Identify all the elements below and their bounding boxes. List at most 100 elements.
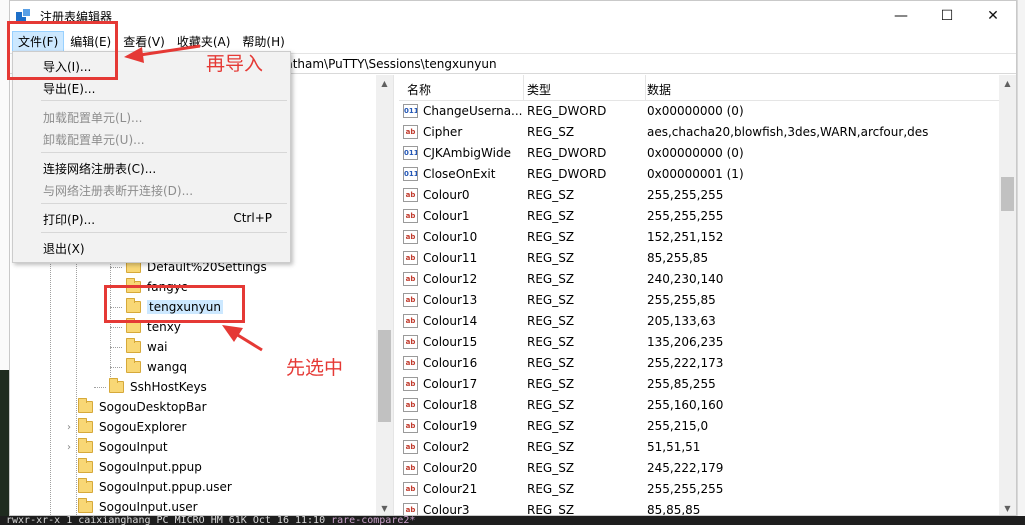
value-row[interactable]: 011 CloseOnExit REG_DWORD 0x00000001 (1) — [399, 164, 999, 185]
list-scroll-thumb[interactable] — [1001, 177, 1014, 211]
tree-item[interactable]: SogouInput.ppup.user — [78, 477, 232, 497]
value-row[interactable]: ab Colour19 REG_SZ 255,215,0 — [399, 416, 999, 437]
value-type: REG_SZ — [527, 230, 575, 244]
value-row[interactable]: 011 CJKAmbigWide REG_DWORD 0x00000000 (0) — [399, 143, 999, 164]
value-type: REG_SZ — [527, 272, 575, 286]
maximize-button[interactable]: ☐ — [924, 1, 970, 31]
column-divider[interactable] — [645, 75, 646, 101]
tree-item[interactable]: › SogouInput — [64, 437, 168, 457]
menu-view[interactable]: 查看(V) — [117, 31, 171, 52]
tree-item[interactable]: SogouDesktopBar — [78, 397, 207, 417]
value-data: 85,255,85 — [647, 251, 709, 265]
string-value-icon: ab — [403, 482, 418, 496]
tree-item[interactable]: SogouInput.ppup — [78, 457, 202, 477]
scroll-up-icon[interactable]: ▲ — [376, 75, 393, 92]
menu-item-exit[interactable]: 退出(X) — [13, 236, 290, 258]
string-value-icon: ab — [403, 314, 418, 328]
close-button[interactable]: ✕ — [970, 1, 1016, 31]
tree-item[interactable]: wangq — [126, 357, 187, 377]
menu-separator — [41, 152, 287, 153]
tree-guide-line — [94, 387, 106, 388]
value-data: 0x00000001 (1) — [647, 167, 744, 181]
value-type: REG_SZ — [527, 188, 575, 202]
tree-item-label: wangq — [147, 360, 188, 374]
list-scrollbar[interactable]: ▲ ▼ — [999, 75, 1016, 515]
value-name: Colour2 — [423, 440, 470, 454]
menu-item-connect-network[interactable]: 连接网络注册表(C)... — [13, 156, 290, 178]
value-data: 255,255,85 — [647, 293, 716, 307]
value-row[interactable]: ab Colour21 REG_SZ 255,255,255 — [399, 479, 999, 500]
value-name: CJKAmbigWide — [423, 146, 511, 160]
value-row[interactable]: ab Colour18 REG_SZ 255,160,160 — [399, 395, 999, 416]
value-row[interactable]: ab Colour16 REG_SZ 255,222,173 — [399, 353, 999, 374]
tree-item[interactable]: › SogouExplorer — [64, 417, 187, 437]
folder-icon — [109, 378, 124, 393]
tree-guide-line — [110, 347, 122, 348]
value-data: 135,206,235 — [647, 335, 724, 349]
column-type[interactable]: 类型 — [527, 81, 551, 98]
column-name[interactable]: 名称 — [407, 81, 431, 98]
value-name: Colour11 — [423, 251, 478, 265]
value-row[interactable]: ab Cipher REG_SZ aes,chacha20,blowfish,3des… — [399, 122, 999, 143]
chevron-right-icon[interactable]: › — [64, 442, 74, 453]
string-value-icon: ab — [403, 251, 418, 265]
value-type: REG_SZ — [527, 314, 575, 328]
tree-guide-line — [110, 327, 122, 328]
value-name: Colour15 — [423, 335, 478, 349]
value-row[interactable]: ab Colour10 REG_SZ 152,251,152 — [399, 227, 999, 248]
menu-item-unload-hive[interactable]: 卸载配置单元(U)... — [13, 127, 290, 149]
value-data: aes,chacha20,blowfish,3des,WARN,arcfour,… — [647, 125, 929, 139]
value-row[interactable]: 011 ChangeUserna... REG_DWORD 0x00000000 (0… — [399, 101, 999, 122]
value-name: Colour3 — [423, 503, 470, 516]
value-row[interactable]: ab Colour1 REG_SZ 255,255,255 — [399, 206, 999, 227]
string-value-icon: ab — [403, 230, 418, 244]
value-row[interactable]: ab Colour2 REG_SZ 51,51,51 — [399, 437, 999, 458]
scroll-down-icon[interactable]: ▼ — [999, 500, 1016, 515]
value-data: 205,133,63 — [647, 314, 716, 328]
menu-separator — [41, 232, 287, 233]
value-data: 255,255,255 — [647, 209, 724, 223]
value-row[interactable]: ab Colour13 REG_SZ 255,255,85 — [399, 290, 999, 311]
tree-item-label: SogouInput — [99, 440, 168, 454]
value-row[interactable]: ab Colour15 REG_SZ 135,206,235 — [399, 332, 999, 353]
tree-item[interactable]: wai — [126, 337, 168, 357]
folder-icon — [78, 498, 93, 513]
column-data[interactable]: 数据 — [647, 81, 671, 98]
value-name: Colour19 — [423, 419, 478, 433]
value-name: Colour10 — [423, 230, 478, 244]
column-divider[interactable] — [523, 75, 524, 101]
value-row[interactable]: ab Colour14 REG_SZ 205,133,63 — [399, 311, 999, 332]
tree-guide-line — [110, 367, 122, 368]
annotation-box-select — [104, 285, 245, 323]
value-row[interactable]: ab Colour20 REG_SZ 245,222,179 — [399, 458, 999, 479]
value-type: REG_DWORD — [527, 146, 607, 160]
value-type: REG_SZ — [527, 251, 575, 265]
folder-icon — [126, 358, 141, 373]
tree-item[interactable]: SogouInput.user — [78, 497, 198, 515]
value-data: 255,160,160 — [647, 398, 724, 412]
value-row[interactable]: ab Colour12 REG_SZ 240,230,140 — [399, 269, 999, 290]
minimize-button[interactable]: — — [878, 1, 924, 31]
terminal-text: rwxr-xr-x 1 caixianghang PC MICRO HM 61K… — [6, 516, 332, 525]
value-row[interactable]: ab Colour17 REG_SZ 255,85,255 — [399, 374, 999, 395]
menu-item-label: 导出(E)... — [43, 82, 96, 96]
scroll-up-icon[interactable]: ▲ — [999, 75, 1016, 92]
value-type: REG_SZ — [527, 482, 575, 496]
scroll-down-icon[interactable]: ▼ — [376, 500, 393, 515]
string-value-icon: ab — [403, 293, 418, 307]
tree-scroll-thumb[interactable] — [378, 330, 391, 422]
menu-item-load-hive[interactable]: 加载配置单元(L)... — [13, 105, 290, 127]
value-type: REG_SZ — [527, 125, 575, 139]
folder-icon — [126, 338, 141, 353]
tree-scrollbar[interactable]: ▲ ▼ — [376, 75, 393, 515]
value-row[interactable]: ab Colour3 REG_SZ 85,85,85 — [399, 500, 999, 516]
binary-value-icon: 011 — [403, 104, 418, 118]
value-name: Cipher — [423, 125, 463, 139]
chevron-right-icon[interactable]: › — [64, 422, 74, 433]
tree-item[interactable]: SshHostKeys — [109, 377, 207, 397]
menu-item-disconnect-network[interactable]: 与网络注册表断开连接(D)... — [13, 178, 290, 200]
terminal-line: rwxr-xr-x 1 caixianghang PC MICRO HM 61K… — [0, 516, 1025, 525]
value-row[interactable]: ab Colour0 REG_SZ 255,255,255 — [399, 185, 999, 206]
menu-item-print[interactable]: 打印(P)... Ctrl+P — [13, 207, 290, 229]
value-row[interactable]: ab Colour11 REG_SZ 85,255,85 — [399, 248, 999, 269]
